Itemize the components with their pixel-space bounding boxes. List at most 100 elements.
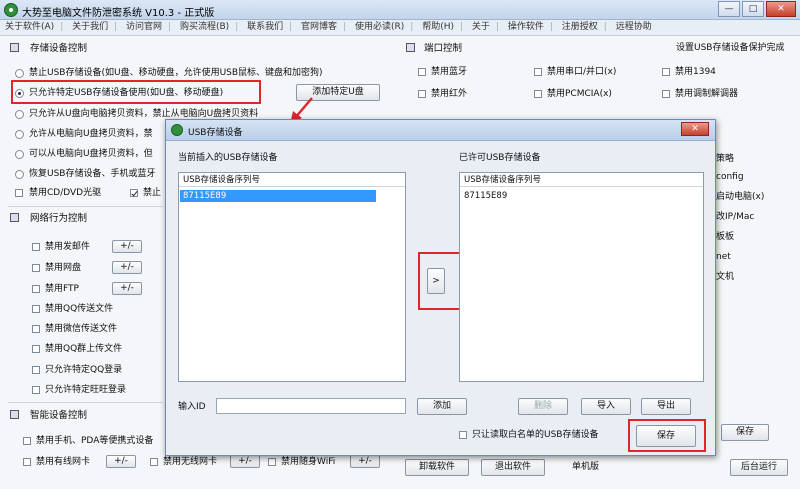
dialog-delete-button[interactable]: 删除 bbox=[518, 398, 568, 415]
network-icon bbox=[10, 213, 19, 222]
menu-blog[interactable]: 官网博客 bbox=[296, 20, 342, 35]
storage-header: 存储设备控制 bbox=[30, 43, 88, 54]
checkbox-wired-nic[interactable] bbox=[23, 458, 31, 466]
right-item-machine: 文机 bbox=[716, 272, 735, 282]
label-specific-wangwang: 只允许特定旺旺登录 bbox=[45, 385, 127, 395]
edition-label: 单机版 bbox=[572, 462, 600, 472]
checkbox-bluetooth[interactable] bbox=[418, 68, 426, 76]
dialog-add-button[interactable]: 添加 bbox=[417, 398, 467, 415]
current-devices-list[interactable]: USB存储设备序列号 87115E89 bbox=[178, 172, 406, 382]
minimize-button[interactable]: — bbox=[718, 1, 740, 17]
menu-operate[interactable]: 操作软件 bbox=[503, 20, 549, 35]
menu-website[interactable]: 访问官网 bbox=[121, 20, 167, 35]
menu-purchase[interactable]: 购买流程(B) bbox=[175, 20, 234, 35]
smart-header: 智能设备控制 bbox=[30, 410, 88, 421]
radio-pc-to-usb-2[interactable] bbox=[15, 150, 24, 159]
checkbox-wireless-nic[interactable] bbox=[150, 458, 158, 466]
dialog-title: USB存储设备 bbox=[188, 128, 243, 138]
checkbox-infrared[interactable] bbox=[418, 90, 426, 98]
menu-about[interactable]: 关于 bbox=[467, 20, 495, 35]
right-item-config: config bbox=[716, 172, 744, 182]
app-shield-icon bbox=[4, 3, 18, 17]
right-item-startup: 启动电脑(x) bbox=[716, 192, 765, 202]
title-bar: 大势至电脑文件防泄密系统 V10.3 - 正式版 — □ ✕ bbox=[0, 0, 800, 20]
dialog-import-button[interactable]: 导入 bbox=[581, 398, 631, 415]
input-id-label: 输入ID bbox=[178, 402, 206, 412]
checkbox-cd-dvd[interactable] bbox=[15, 189, 23, 197]
main-save-button[interactable]: 保存 bbox=[721, 424, 769, 441]
dialog-close-button[interactable]: ✕ bbox=[681, 122, 709, 136]
background-run-button[interactable]: 后台运行 bbox=[730, 459, 788, 476]
radio-disable-usb[interactable] bbox=[15, 69, 24, 78]
allowed-devices-list[interactable]: USB存储设备序列号 87115E89 bbox=[459, 172, 704, 382]
wireless-nic-pm-button[interactable]: +/- bbox=[230, 455, 260, 468]
checkbox-portable[interactable] bbox=[23, 437, 31, 445]
checkbox-qq-file[interactable] bbox=[32, 305, 40, 313]
highlight-move-button bbox=[418, 252, 461, 310]
checkbox-qq-group[interactable] bbox=[32, 345, 40, 353]
label-cd-dvd: 禁用CD/DVD光驱 bbox=[29, 188, 102, 198]
wired-nic-pm-button[interactable]: +/- bbox=[106, 455, 136, 468]
menu-register[interactable]: 注册授权 bbox=[557, 20, 603, 35]
checkbox-wifi[interactable] bbox=[268, 458, 276, 466]
label-wireless-nic: 禁用无线网卡 bbox=[163, 457, 218, 467]
highlight-specific-usb bbox=[11, 80, 261, 104]
checkbox-pcmcia[interactable] bbox=[534, 90, 542, 98]
wifi-pm-button[interactable]: +/- bbox=[350, 455, 380, 468]
label-specific-qq: 只允许特定QQ登录 bbox=[45, 365, 123, 375]
checkbox-whitelist-only[interactable] bbox=[459, 431, 467, 439]
allowed-list-header: USB存储设备序列号 bbox=[460, 173, 703, 187]
network-header: 网络行为控制 bbox=[30, 213, 88, 224]
dialog-title-bar: USB存储设备 ✕ bbox=[166, 120, 715, 141]
email-pm-button[interactable]: +/- bbox=[112, 240, 142, 253]
menu-contact[interactable]: 联系我们 bbox=[242, 20, 288, 35]
storage-icon bbox=[10, 43, 19, 52]
label-pcmcia: 禁用PCMCIA(x) bbox=[547, 89, 612, 99]
current-device-row[interactable]: 87115E89 bbox=[180, 190, 376, 202]
checkbox-netdisk[interactable] bbox=[32, 264, 40, 272]
port-header: 端口控制 bbox=[424, 43, 463, 54]
option-pc-to-usb-2: 可以从电脑向U盘拷贝资料，但 bbox=[29, 149, 153, 159]
checkbox-ftp[interactable] bbox=[32, 285, 40, 293]
close-button[interactable]: ✕ bbox=[766, 1, 796, 17]
option-pc-to-usb: 允许从电脑向U盘拷贝资料，禁 bbox=[29, 129, 153, 139]
menu-bar: 关于软件(A) | 关于我们 | 访问官网 | 购买流程(B) | 联系我们 | 官网博客… bbox=[0, 20, 800, 36]
allowed-device-row[interactable]: 87115E89 bbox=[461, 190, 661, 202]
checkbox-modem[interactable] bbox=[662, 90, 670, 98]
menu-remote[interactable]: 远程协助 bbox=[611, 20, 657, 35]
ftp-pm-button[interactable]: +/- bbox=[112, 282, 142, 295]
menu-must-read[interactable]: 使用必读(R) bbox=[350, 20, 409, 35]
label-email: 禁用发邮件 bbox=[45, 242, 91, 252]
menu-about-software[interactable]: 关于软件(A) bbox=[0, 20, 59, 35]
checkbox-email[interactable] bbox=[32, 243, 40, 251]
usb-storage-dialog: USB存储设备 ✕ 当前插入的USB存储设备 已许可USB存储设备 USB存储设… bbox=[165, 119, 716, 456]
exit-button[interactable]: 退出软件 bbox=[481, 459, 545, 476]
label-cd-extra: 禁止 bbox=[143, 188, 162, 198]
label-wifi: 禁用随身WiFi bbox=[281, 457, 336, 467]
right-item-policy: 策略 bbox=[716, 154, 735, 164]
checkbox-wechat-file[interactable] bbox=[32, 325, 40, 333]
checkbox-specific-qq[interactable] bbox=[32, 366, 40, 374]
checkbox-cd-extra[interactable] bbox=[130, 189, 138, 197]
radio-pc-to-usb[interactable] bbox=[15, 130, 24, 139]
label-bluetooth: 禁用蓝牙 bbox=[431, 67, 468, 77]
dialog-shield-icon bbox=[171, 124, 183, 136]
allowed-devices-label: 已许可USB存储设备 bbox=[459, 153, 541, 163]
label-infrared: 禁用红外 bbox=[431, 89, 468, 99]
label-portable: 禁用手机、PDA等便携式设备 bbox=[36, 436, 154, 446]
maximize-button[interactable]: □ bbox=[742, 1, 764, 17]
main-window: 大势至电脑文件防泄密系统 V10.3 - 正式版 — □ ✕ 关于软件(A) | … bbox=[0, 0, 800, 489]
checkbox-serial[interactable] bbox=[534, 68, 542, 76]
id-input[interactable] bbox=[216, 398, 406, 414]
radio-restore-usb[interactable] bbox=[15, 170, 24, 179]
radio-usb-to-pc[interactable] bbox=[15, 110, 24, 119]
menu-about-us[interactable]: 关于我们 bbox=[67, 20, 113, 35]
uninstall-button[interactable]: 卸载软件 bbox=[405, 459, 469, 476]
checkbox-1394[interactable] bbox=[662, 68, 670, 76]
smart-device-icon bbox=[10, 410, 19, 419]
dialog-export-button[interactable]: 导出 bbox=[641, 398, 691, 415]
highlight-save-button bbox=[628, 419, 706, 452]
checkbox-specific-wangwang[interactable] bbox=[32, 386, 40, 394]
menu-help[interactable]: 帮助(H) bbox=[417, 20, 459, 35]
netdisk-pm-button[interactable]: +/- bbox=[112, 261, 142, 274]
